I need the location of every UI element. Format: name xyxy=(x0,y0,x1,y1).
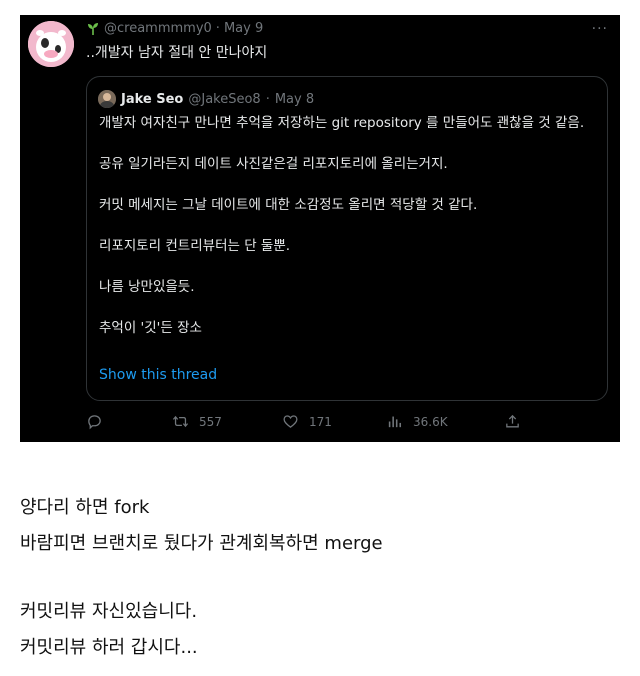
quoted-paragraph: 커밋 메세지는 그날 데이트에 대한 소감정도 올리면 적당할 것 같다. xyxy=(99,197,478,213)
like-button[interactable]: 171 xyxy=(282,413,332,430)
quoted-author-handle[interactable]: @JakeSeo8 xyxy=(188,92,260,107)
caption-line: 양다리 하면 fork xyxy=(20,497,150,518)
caption-line: 커밋리뷰 하러 갑시다... xyxy=(20,637,198,658)
avatar[interactable] xyxy=(28,21,74,67)
caption-line: 바람피면 브랜치로 뒀다가 관계회복하면 merge xyxy=(20,533,383,554)
like-icon xyxy=(283,415,298,428)
quoted-paragraph: 개발자 여자친구 만나면 추억을 저장하는 git repository 를 만… xyxy=(99,115,585,131)
caption-line: 커밋리뷰 자신있습니다. xyxy=(20,601,198,622)
views-button[interactable]: 36.6K xyxy=(386,413,448,430)
tweet-text: ..개발자 남자 절대 안 만나야지 xyxy=(86,45,268,61)
share-button[interactable] xyxy=(504,413,521,430)
views-icon xyxy=(388,416,402,428)
quoted-paragraph: 공유 일기라든지 데이트 사진같은걸 리포지토리에 올리는거지. xyxy=(99,156,448,172)
reply-icon xyxy=(88,415,101,430)
tweet-handle[interactable]: @creammmmy0 xyxy=(104,21,212,36)
tweet-card[interactable]: @creammmmy0 · May 9 ··· ..개발자 남자 절대 안 만나… xyxy=(20,15,620,442)
quoted-paragraph: 나름 낭만있을듯. xyxy=(99,279,195,295)
show-thread-link[interactable]: Show this thread xyxy=(99,367,217,383)
quoted-separator: · xyxy=(265,91,270,107)
quoted-avatar xyxy=(98,90,116,108)
quoted-tweet[interactable]: Jake Seo @JakeSeo8 · May 8 개발자 여자친구 만나면 … xyxy=(86,76,608,401)
quoted-tweet-body: 개발자 여자친구 만나면 추억을 저장하는 git repository 를 만… xyxy=(99,113,599,339)
retweet-icon xyxy=(172,415,189,428)
quoted-date[interactable]: May 8 xyxy=(275,92,314,107)
tweet-header: @creammmmy0 · May 9 xyxy=(86,21,263,36)
tweet-actions: 557 171 36.6K xyxy=(86,413,566,433)
like-count: 171 xyxy=(309,414,332,429)
quoted-paragraph: 추억이 '깃'든 장소 xyxy=(99,320,202,336)
quoted-paragraph: 리포지토리 컨트리뷰터는 단 둘뿐. xyxy=(99,238,291,254)
retweet-count: 557 xyxy=(199,414,222,429)
tweet-date[interactable]: May 9 xyxy=(224,21,263,36)
views-count: 36.6K xyxy=(413,414,448,429)
quoted-tweet-header: Jake Seo @JakeSeo8 · May 8 xyxy=(98,90,314,108)
share-icon xyxy=(506,414,519,428)
reply-button[interactable] xyxy=(86,413,113,430)
quoted-author-name[interactable]: Jake Seo xyxy=(121,92,183,107)
sprout-icon xyxy=(88,22,98,35)
tweet-separator: · xyxy=(215,21,220,36)
retweet-button[interactable]: 557 xyxy=(172,413,222,430)
more-options-icon[interactable]: ··· xyxy=(592,21,608,37)
